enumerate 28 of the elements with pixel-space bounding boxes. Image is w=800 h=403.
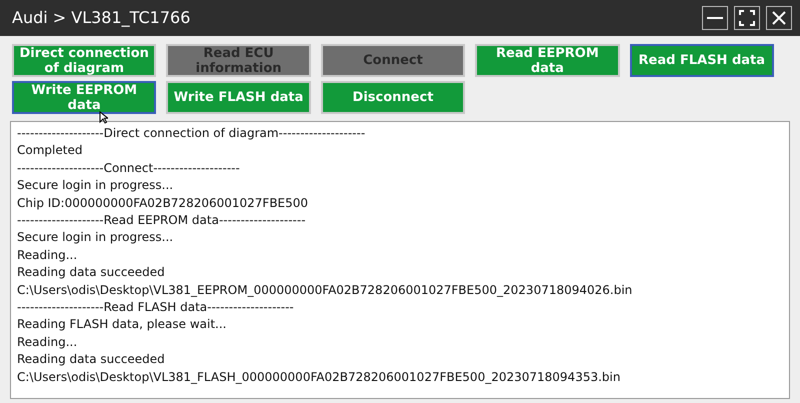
log-line: --------------------Connect-------------------- bbox=[17, 160, 240, 177]
log-line: Reading FLASH data, please wait... bbox=[17, 316, 226, 334]
action-button[interactable]: Direct connection of diagram bbox=[12, 44, 156, 77]
action-button[interactable]: Read EEPROM data bbox=[475, 44, 620, 77]
log-line: --------------------Read EEPROM data-------------------- bbox=[17, 212, 306, 230]
action-button[interactable]: Write FLASH data bbox=[166, 81, 311, 114]
minimize-icon bbox=[707, 16, 723, 20]
log-line: Secure login in progress... bbox=[17, 229, 174, 246]
log-line: C:\Users\odis\Desktop\VL381_FLASH_000000000FA02B728206001027FBE500_20230718094353.bin bbox=[17, 368, 620, 386]
log-line: Secure login in progress... bbox=[17, 177, 174, 194]
fullscreen-icon bbox=[739, 10, 755, 26]
log-line: Reading data succeeded bbox=[17, 264, 165, 282]
log-line: C:\Users\odis\Desktop\VL381_EEPROM_000000000FA02B728206001027FBE500_20230718094026.bin bbox=[17, 282, 632, 299]
log-line: --------------------Read FLASH data-------------------- bbox=[17, 299, 294, 316]
log-line: --------------------Direct connection of diagram-------------------- bbox=[17, 125, 366, 142]
action-button[interactable]: Write EEPROM data bbox=[12, 81, 156, 114]
log-line: Reading data succeeded bbox=[17, 351, 165, 368]
minimize-button[interactable] bbox=[702, 6, 728, 30]
window-title: Audi > VL381_TC1766 bbox=[12, 7, 190, 29]
action-button[interactable]: Disconnect bbox=[320, 81, 466, 114]
log-line: Reading... bbox=[17, 334, 78, 351]
log-line: Chip ID:000000000FA02B728206001027FBE500 bbox=[17, 194, 308, 212]
log-line: Reading... bbox=[17, 246, 78, 264]
close-icon bbox=[771, 10, 787, 26]
action-button[interactable]: Read FLASH data bbox=[630, 44, 774, 77]
close-button[interactable] bbox=[766, 6, 792, 30]
log-line: Completed bbox=[17, 142, 82, 160]
maximize-button[interactable] bbox=[734, 6, 760, 30]
